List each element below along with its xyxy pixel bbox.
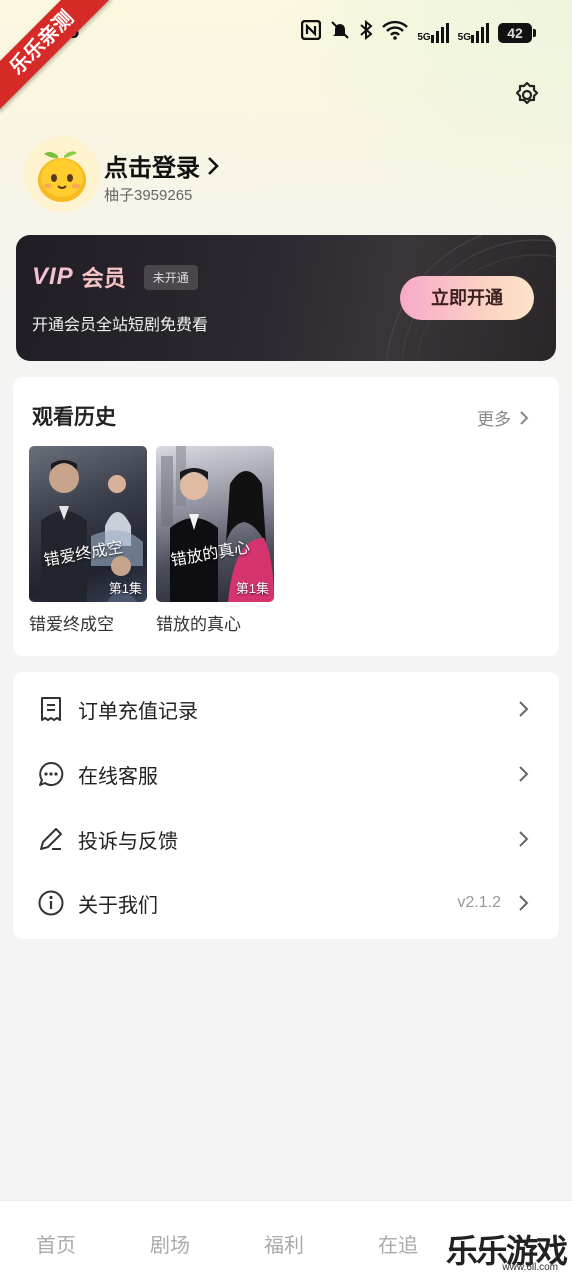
status-icons: 5G 5G 42	[301, 19, 536, 45]
header-background	[0, 0, 572, 430]
gear-icon	[515, 81, 539, 105]
vip-description: 开通会员全站短剧免费看	[32, 317, 209, 334]
chat-bubble-icon	[39, 761, 64, 786]
chevron-right-icon	[519, 831, 529, 847]
info-icon	[38, 890, 64, 916]
login-link[interactable]: 点击登录	[104, 148, 220, 183]
network-type-label: 5G	[417, 31, 431, 43]
chevron-right-icon	[519, 766, 529, 782]
menu-item-about[interactable]: 关于我们 v2.1.2	[13, 871, 559, 935]
receipt-icon	[41, 697, 61, 721]
vip-status-badge: 未开通	[143, 264, 198, 290]
signal-icon: 5G	[417, 22, 449, 43]
history-item[interactable]: 错爱终成空 第1集 错爱终成空	[29, 446, 147, 635]
menu-item-label: 订单充值记录	[78, 700, 198, 723]
menu-item-feedback[interactable]: 投诉与反馈	[13, 807, 559, 871]
nav-theater[interactable]: 剧场	[150, 1229, 190, 1258]
signal-icon-2: 5G	[457, 22, 489, 43]
chevron-right-icon	[519, 895, 529, 911]
nav-welfare[interactable]: 福利	[264, 1229, 304, 1258]
watch-history-card: 观看历史 更多 错爱终成空 第1集 错爱终成空 错放的真心 第1集 错放的真心	[13, 377, 559, 656]
vip-logo-text: VIP	[32, 263, 74, 290]
history-title: 观看历史	[32, 406, 116, 429]
bluetooth-icon	[359, 19, 373, 45]
nav-home[interactable]: 首页	[36, 1229, 76, 1258]
vip-title: 会员	[81, 266, 126, 291]
drama-poster: 错爱终成空 第1集	[29, 446, 147, 602]
history-more-link[interactable]: 更多	[477, 405, 529, 430]
battery-icon: 42	[498, 22, 536, 43]
settings-menu-card: 订单充值记录 在线客服 投诉与反馈 关于我们 v2.1.2	[13, 672, 559, 939]
history-more-label: 更多	[477, 410, 511, 429]
menu-item-label: 投诉与反馈	[78, 830, 178, 853]
chevron-right-icon	[520, 410, 529, 425]
drama-name: 错爱终成空	[29, 615, 114, 634]
nav-following[interactable]: 在追	[378, 1229, 418, 1258]
mute-icon	[330, 20, 350, 45]
drama-poster: 错放的真心 第1集	[156, 446, 274, 602]
chevron-right-icon	[208, 156, 219, 175]
activate-vip-button[interactable]: 立即开通	[400, 276, 534, 320]
avatar[interactable]	[24, 136, 100, 212]
pencil-icon	[40, 828, 62, 850]
episode-label: 第1集	[235, 581, 269, 596]
vip-card[interactable]: VIP 会员 未开通 开通会员全站短剧免费看 立即开通	[16, 235, 556, 361]
episode-label: 第1集	[108, 581, 142, 596]
app-version: v2.1.2	[457, 894, 501, 911]
user-id: 柚子3959265	[104, 187, 193, 204]
wifi-icon	[382, 20, 409, 45]
network-type-label-2: 5G	[457, 31, 471, 43]
menu-item-orders[interactable]: 订单充值记录	[13, 677, 559, 741]
chevron-right-icon	[519, 701, 529, 717]
menu-item-label: 在线客服	[78, 765, 158, 788]
login-label: 点击登录	[104, 155, 200, 182]
settings-button[interactable]	[512, 80, 542, 110]
drama-name: 错放的真心	[156, 615, 241, 634]
menu-item-label: 关于我们	[78, 894, 158, 917]
nfc-icon	[301, 19, 322, 45]
history-item[interactable]: 错放的真心 第1集 错放的真心	[156, 446, 274, 635]
vip-logo: VIP 会员 未开通	[32, 261, 198, 293]
menu-item-customer-service[interactable]: 在线客服	[13, 742, 559, 806]
watermark-url: www.6ll.com	[502, 1262, 558, 1273]
